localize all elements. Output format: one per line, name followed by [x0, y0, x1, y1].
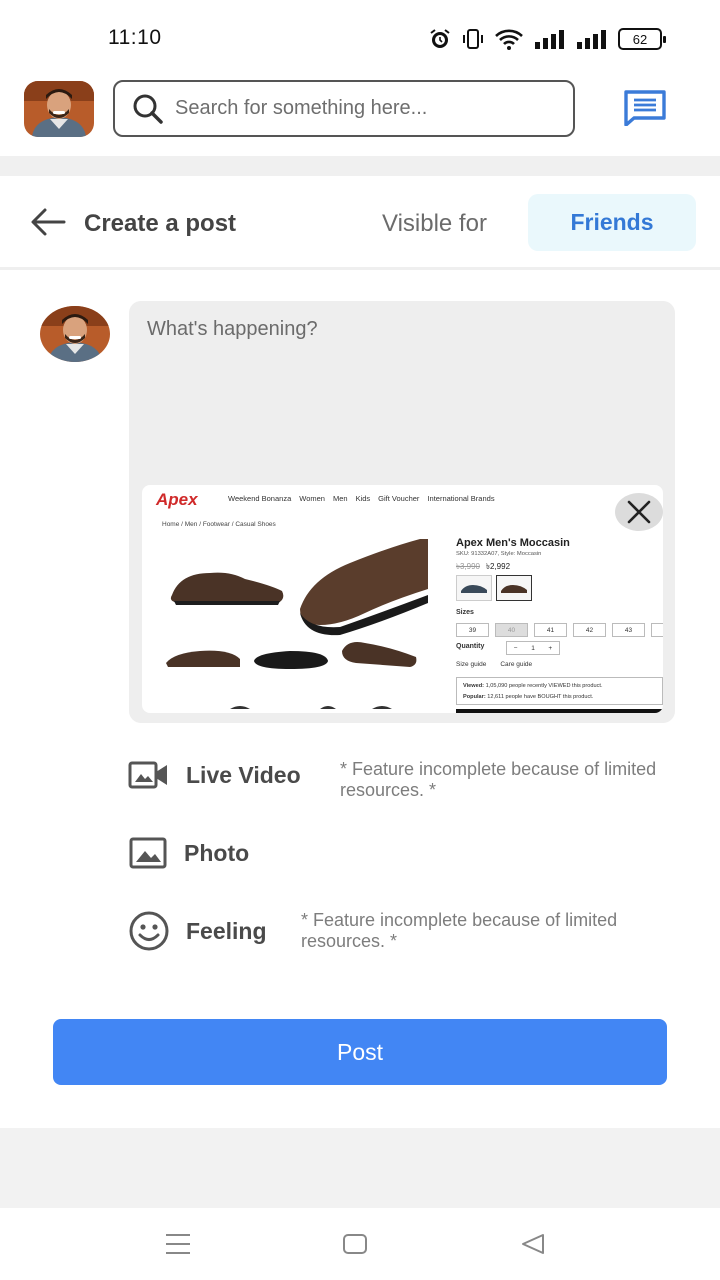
search-placeholder: Search for something here...	[175, 97, 428, 119]
live-video-option[interactable]: Live Video	[128, 760, 301, 790]
shoe-images	[166, 539, 428, 709]
feeling-note: * Feature incomplete because of limited …	[301, 910, 618, 951]
visibility-value: Friends	[570, 209, 654, 235]
vibrate-icon	[463, 29, 483, 49]
status-icons: 62	[428, 26, 666, 52]
status-bar: 11:10 62	[0, 0, 720, 76]
attachment-size-guide: Size guide	[456, 661, 487, 668]
menu-icon[interactable]	[164, 1232, 192, 1256]
attachment-thumb	[496, 575, 532, 601]
page-title: Create a post	[84, 210, 237, 237]
attachment-price: ৳3,990 ৳2,992	[456, 561, 510, 574]
signal-icon-2	[577, 30, 606, 49]
attachment-bar	[456, 709, 663, 713]
attachment-size: 43	[612, 623, 645, 637]
attachment-size: 41	[534, 623, 567, 637]
photo-label: Photo	[184, 839, 250, 866]
attachment-sizes-label: Sizes	[456, 609, 474, 616]
smiley-icon	[129, 911, 169, 951]
attachment-nav-item: Weekend Bonanza	[228, 494, 292, 503]
search-icon	[133, 94, 163, 124]
feeling-label: Feeling	[186, 917, 267, 944]
battery-level: 62	[632, 31, 648, 47]
attachment-size: 39	[456, 623, 489, 637]
visibility-selector[interactable]: Friends	[528, 194, 696, 251]
attachment-product-title: Apex Men's Moccasin	[456, 537, 570, 549]
status-time: 11:10	[108, 26, 162, 49]
attachment-quantity-label: Quantity	[456, 643, 485, 650]
profile-avatar[interactable]	[24, 81, 94, 137]
attachment-old-price: ৳3,990	[456, 562, 481, 571]
attachment-color-thumbs	[456, 575, 532, 601]
create-post-header: Create a post Visible for Friends	[0, 176, 720, 270]
photo-icon	[129, 837, 167, 869]
live-video-note: * Feature incomplete because of limited …	[340, 759, 657, 800]
divider-band	[0, 156, 720, 176]
visible-for-label: Visible for	[382, 210, 487, 237]
attachment-viewed-text: 1,05,090 people recently VIEWED this pro…	[485, 683, 603, 689]
attachment-popular-label: Popular:	[463, 694, 486, 700]
bottom-band	[0, 1128, 720, 1208]
post-placeholder: What's happening?	[147, 318, 318, 340]
attached-image: Apex Weekend Bonanza Women Men Kids Gift…	[142, 485, 663, 713]
wifi-icon	[495, 29, 523, 50]
attachment-care-guide: Care guide	[500, 661, 533, 668]
video-camera-icon	[128, 761, 167, 789]
attachment-nav-item: International Brands	[427, 494, 495, 503]
photo-option[interactable]: Photo	[128, 836, 249, 870]
attachment-guides: Size guide Care guide	[456, 661, 532, 668]
apex-logo: Apex	[156, 490, 198, 509]
composer-avatar	[40, 306, 110, 362]
post-text-area[interactable]: What's happening? Apex Weekend Bonanza W…	[129, 301, 675, 723]
attachment-popular-text: 12,611 people have BOUGHT this product.	[487, 694, 594, 700]
feeling-option[interactable]: Feeling	[128, 910, 267, 952]
attachment-sku: SKU: 91332A07, Style: Moccasin	[456, 551, 542, 557]
attachment-nav-item: Kids	[355, 494, 371, 503]
live-video-label: Live Video	[186, 761, 301, 788]
battery-icon: 62	[618, 28, 666, 50]
alarm-icon	[430, 29, 450, 48]
top-header: Search for something here...	[0, 76, 720, 156]
attachment-quantity: −1 +	[506, 641, 560, 655]
attachment-size: 44	[651, 623, 663, 637]
attachment-thumb	[456, 575, 492, 601]
post-button[interactable]: Post	[53, 1019, 667, 1085]
attachment-quantity-value: 1	[531, 644, 535, 652]
remove-image-button[interactable]	[615, 493, 663, 531]
attachment-nav: Weekend Bonanza Women Men Kids Gift Vouc…	[228, 494, 495, 503]
back-arrow-icon[interactable]	[30, 207, 66, 237]
back-icon[interactable]	[520, 1232, 546, 1256]
system-nav-bar	[0, 1208, 720, 1280]
attachment-nav-item: Gift Voucher	[378, 494, 420, 503]
attachment-breadcrumb: Home / Men / Footwear / Casual Shoes	[162, 521, 276, 528]
attachment-size: 42	[573, 623, 606, 637]
search-input[interactable]: Search for something here...	[113, 80, 575, 137]
signal-icon	[535, 30, 564, 49]
messages-icon[interactable]	[624, 90, 666, 126]
attachment-new-price: ৳2,992	[486, 562, 511, 571]
attachment-sizes: 39 40 41 42 43 44	[456, 623, 663, 637]
home-icon[interactable]	[342, 1232, 368, 1256]
attachment-nav-item: Men	[332, 494, 348, 503]
attachment-size: 40	[495, 623, 528, 637]
attachment-nav-item: Women	[299, 494, 325, 503]
close-icon	[627, 500, 651, 524]
attachment-viewed-label: Viewed:	[463, 683, 485, 689]
attachment-stats: Viewed: 1,05,090 people recently VIEWED …	[456, 677, 663, 705]
